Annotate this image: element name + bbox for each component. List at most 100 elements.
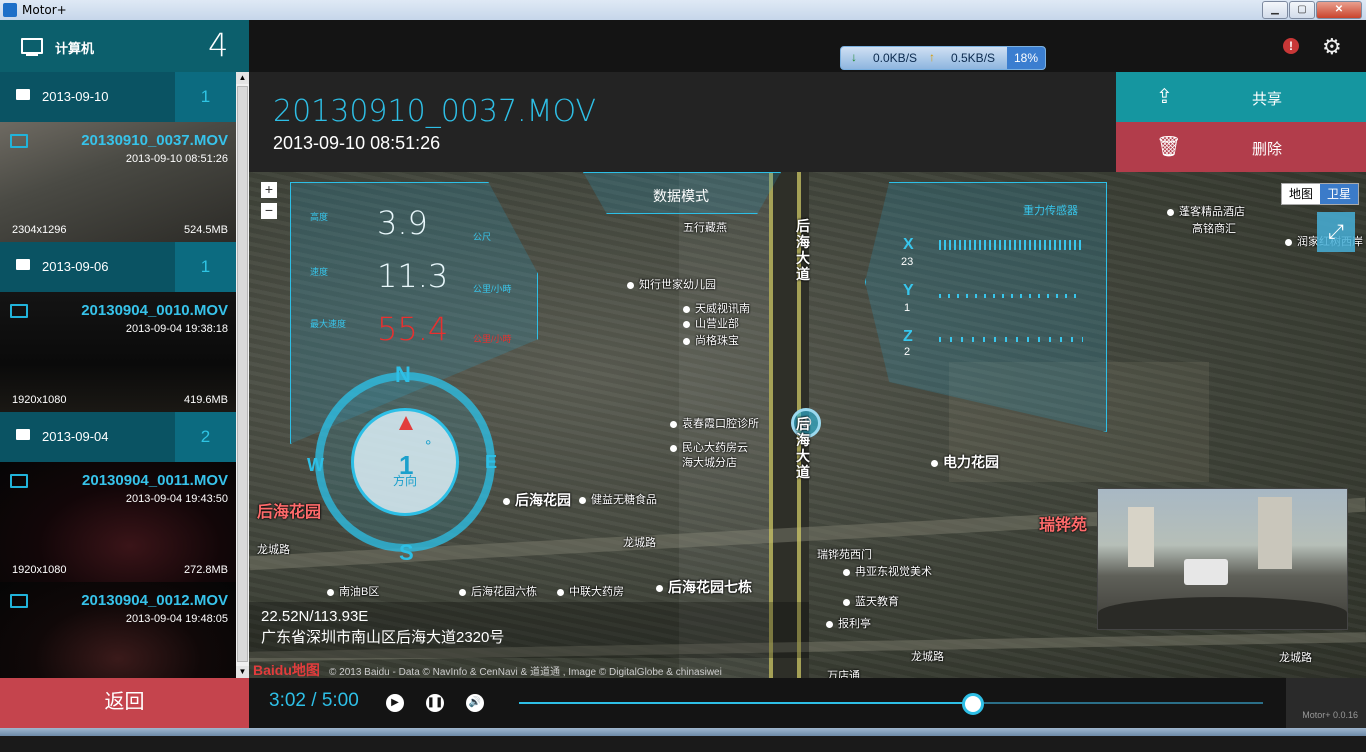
video-list-item[interactable]: 20130904_0012.MOV 2013-09-04 19:48:05 (0, 582, 236, 678)
map-label-poi: 民心大药房云 (670, 439, 748, 455)
gsensor-y-value: 1 (904, 302, 911, 314)
video-filename: 20130910_0037.MOV (81, 132, 228, 149)
sidebar: 计算机 4 2013-09-10 1 20130910_0037.MOV 201… (0, 20, 249, 678)
video-resolution: 1920x1080 (12, 564, 67, 576)
gsensor-y-label: Y (903, 282, 914, 299)
scroll-down-arrow-icon[interactable]: ▼ (236, 666, 249, 678)
altitude-unit: 公尺 (473, 232, 492, 242)
map-label-poi: 南油B区 (327, 583, 379, 599)
map-label-road: 龙城路 (911, 651, 944, 663)
map-mode-toggle[interactable]: 地图 卫星 (1281, 183, 1359, 205)
video-camera-icon (10, 474, 28, 488)
preview-building (1258, 497, 1292, 569)
map-view[interactable]: + − 数据模式 高度 3.9 公尺 速度 11.3 公里/小時 最大速度 55… (249, 172, 1366, 678)
monitor-stand-icon (26, 54, 38, 56)
file-title: 20130910_0037.MOV (273, 94, 597, 129)
map-label: 瑞铧苑西门 (817, 549, 872, 561)
play-icon[interactable]: ▶ (386, 694, 404, 712)
video-resolution: 1920x1080 (12, 394, 67, 406)
map-label-poi: 健益无糖食品 (579, 491, 657, 507)
seek-bar[interactable] (519, 702, 973, 704)
video-preview[interactable] (1097, 488, 1348, 630)
altitude-value: 3.9 (377, 204, 428, 242)
share-button[interactable]: ⇪ 共享 (1116, 72, 1366, 122)
compass-south: S (399, 540, 414, 565)
download-arrow-icon: ↓ (851, 50, 857, 64)
gear-icon[interactable]: ⚙ (1322, 34, 1342, 60)
video-camera-icon (10, 304, 28, 318)
video-timestamp: 2013-09-04 19:43:50 (125, 493, 228, 505)
max-speed-value: 55.4 (377, 310, 449, 348)
video-timestamp: 2013-09-04 19:48:05 (125, 613, 228, 625)
video-camera-icon (10, 134, 28, 148)
map-label-road: 后海大道 (796, 218, 810, 282)
speed-label: 速度 (310, 267, 329, 277)
video-size: 524.5MB (183, 224, 228, 236)
calendar-icon (16, 429, 30, 440)
preview-dashboard (1098, 597, 1347, 629)
video-list-item[interactable]: 20130910_0037.MOV 2013-09-10 08:51:26 23… (0, 122, 236, 242)
map-label-poi: 蓬客精品酒店 (1167, 203, 1245, 219)
zoom-in-button[interactable]: + (261, 182, 277, 198)
gsensor-x-value: 23 (901, 256, 914, 268)
data-mode-label: 数据模式 (653, 188, 709, 204)
scroll-up-arrow-icon[interactable]: ▲ (236, 72, 249, 84)
gsensor-y-graph (939, 294, 1083, 298)
computer-header[interactable]: 计算机 4 (0, 20, 249, 72)
map-label-area: 后海花园 (257, 504, 322, 521)
monitor-icon (21, 38, 43, 54)
app-version: Motor+ 0.0.16 (1286, 678, 1366, 728)
date-group-header[interactable]: 2013-09-10 1 (0, 72, 236, 122)
map-label: 高铭商汇 (1192, 223, 1236, 235)
maximize-button[interactable]: ▢ (1289, 1, 1315, 19)
map-label-poi: 尚格珠宝 (683, 332, 739, 348)
seek-handle[interactable] (961, 693, 984, 715)
map-label-poi: 袁春霞口腔诊所 (670, 415, 759, 431)
group-count: 1 (175, 72, 236, 122)
map-label: 万店通 (827, 670, 860, 678)
scrollbar-thumb[interactable] (237, 86, 248, 662)
map-label-poi: 后海花园六栋 (459, 583, 537, 599)
minimize-button[interactable]: ▁ (1262, 1, 1288, 19)
map-mode-map-button[interactable]: 地图 (1282, 184, 1320, 204)
date-group-header[interactable]: 2013-09-04 2 (0, 412, 236, 462)
map-label-poi: 知行世家幼儿园 (627, 276, 716, 292)
share-label: 共享 (1252, 91, 1283, 108)
street-address: 广东省深圳市南山区后海大道2320号 (261, 629, 505, 646)
map-mode-satellite-button[interactable]: 卫星 (1320, 184, 1358, 204)
sidebar-scrollbar[interactable]: ▲ ▼ (236, 72, 249, 678)
computer-count: 4 (208, 26, 229, 64)
group-date: 2013-09-04 (42, 429, 109, 444)
speed-value: 11.3 (377, 257, 449, 295)
calendar-icon (16, 89, 30, 100)
trash-icon: 🗑 (1156, 136, 1182, 158)
video-timestamp: 2013-09-04 19:38:18 (125, 323, 228, 335)
seek-bar-remaining[interactable] (972, 702, 1263, 704)
video-size: 419.6MB (183, 394, 228, 406)
upload-icon: ⇪ (1156, 86, 1173, 108)
compass-north: N (395, 362, 411, 387)
delete-button[interactable]: 🗑 删除 (1116, 122, 1366, 172)
zoom-out-button[interactable]: − (261, 203, 277, 219)
video-size: 272.8MB (183, 564, 228, 576)
file-header: 20130910_0037.MOV 2013-09-10 08:51:26 (249, 72, 1116, 172)
back-button[interactable]: 返回 (0, 678, 249, 728)
compass-needle-icon (399, 416, 413, 430)
date-group-header[interactable]: 2013-09-06 1 (0, 242, 236, 292)
map-label-poi: 蓝天教育 (843, 593, 899, 609)
preview-building (1128, 507, 1154, 567)
video-filename: 20130904_0011.MOV (82, 472, 228, 489)
volume-icon[interactable]: 🔊 (466, 694, 484, 712)
delete-label: 删除 (1252, 141, 1283, 158)
max-speed-label: 最大速度 (310, 319, 347, 329)
video-list-item[interactable]: 20130904_0010.MOV 2013-09-04 19:38:18 19… (0, 292, 236, 412)
video-list-item[interactable]: 20130904_0011.MOV 2013-09-04 19:43:50 19… (0, 462, 236, 582)
close-button[interactable]: ✕ (1316, 1, 1362, 19)
computer-label: 计算机 (55, 41, 95, 56)
pause-icon[interactable]: ❚❚ (426, 694, 444, 712)
app-icon (3, 3, 17, 17)
map-label-area: 瑞铧苑 (1039, 517, 1088, 534)
window-titlebar: Motor+ ▁ ▢ ✕ (0, 0, 1366, 20)
fullscreen-icon[interactable]: ⤢ (1317, 212, 1355, 252)
alert-icon[interactable]: ! (1283, 38, 1299, 54)
